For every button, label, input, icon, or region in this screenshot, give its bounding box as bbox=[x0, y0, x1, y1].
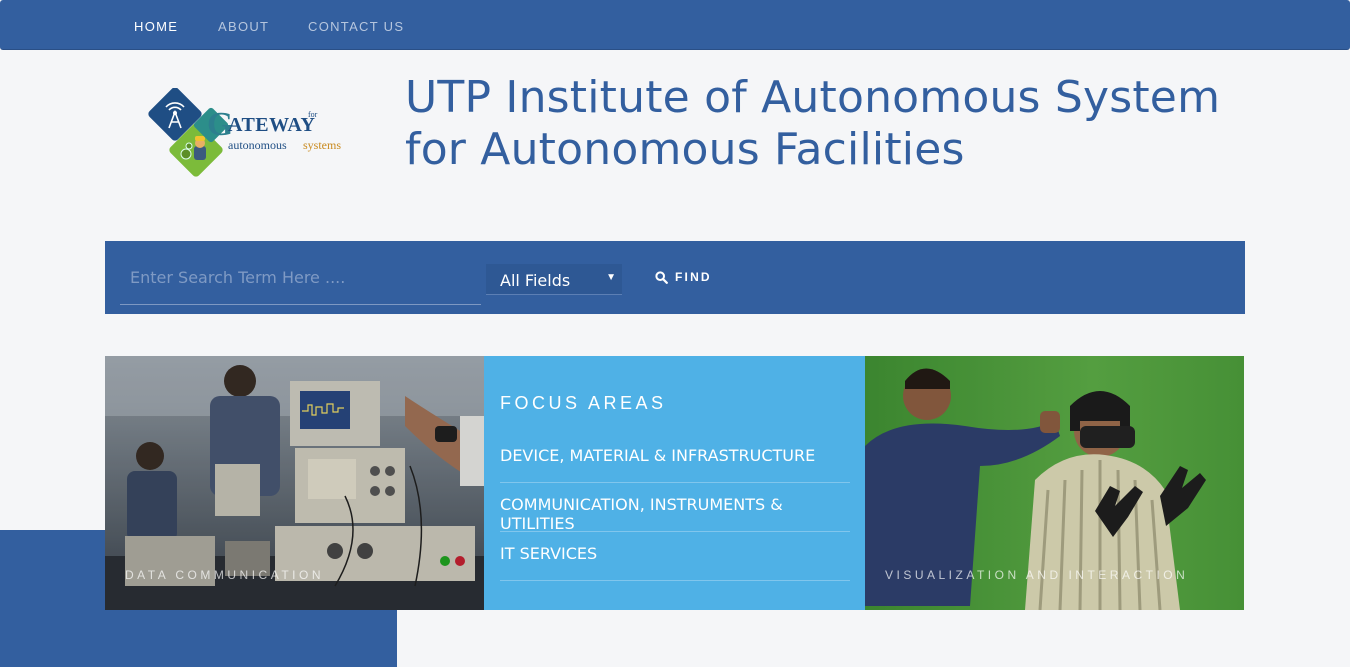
field-select[interactable]: All Fields ▼ bbox=[486, 264, 622, 295]
logo-text-autonomous: autonomous bbox=[228, 138, 287, 152]
search-input[interactable] bbox=[120, 261, 481, 305]
page-title: UTP Institute of Autonomous System for A… bbox=[405, 72, 1220, 176]
logo-text-systems: systems bbox=[303, 138, 342, 152]
caret-down-icon: ▼ bbox=[606, 272, 616, 283]
focus-item-it-services[interactable]: IT SERVICES bbox=[500, 532, 850, 581]
nav-about[interactable]: ABOUT bbox=[218, 19, 269, 34]
page-title-line2: for Autonomous Facilities bbox=[405, 124, 965, 175]
panel-caption-data-communication: DATA COMMUNICATION bbox=[125, 568, 324, 582]
search-icon bbox=[655, 271, 668, 284]
focus-item-communication[interactable]: COMMUNICATION, INSTRUMENTS & UTILITIES bbox=[500, 483, 850, 533]
logo-text-for: for bbox=[308, 110, 318, 119]
gateway-logo[interactable]: G ATEWAY for autonomous systems bbox=[145, 87, 360, 186]
logo-text-main: ATEWAY bbox=[228, 114, 316, 136]
page-title-line1: UTP Institute of Autonomous System bbox=[405, 72, 1221, 123]
nav-home[interactable]: HOME bbox=[134, 19, 178, 34]
focus-areas-panel: FOCUS AREAS DEVICE, MATERIAL & INFRASTRU… bbox=[484, 356, 865, 610]
nav-contact-us[interactable]: CONTACT US bbox=[308, 19, 404, 34]
focus-item-device-material[interactable]: DEVICE, MATERIAL & INFRASTRUCTURE bbox=[500, 434, 850, 483]
search-bar: All Fields ▼ FIND bbox=[105, 241, 1245, 314]
find-button-label: FIND bbox=[675, 270, 712, 284]
panel-caption-visualization: VISUALIZATION AND INTERACTION bbox=[885, 568, 1189, 582]
focus-areas-title: FOCUS AREAS bbox=[500, 393, 667, 413]
data-communication-panel[interactable]: DATA COMMUNICATION bbox=[105, 356, 484, 610]
focus-areas-list: DEVICE, MATERIAL & INFRASTRUCTURE COMMUN… bbox=[500, 434, 850, 581]
field-select-value: All Fields bbox=[500, 271, 571, 290]
visualization-panel[interactable]: VISUALIZATION AND INTERACTION bbox=[865, 356, 1244, 610]
top-navigation: HOME ABOUT CONTACT US bbox=[0, 0, 1350, 50]
